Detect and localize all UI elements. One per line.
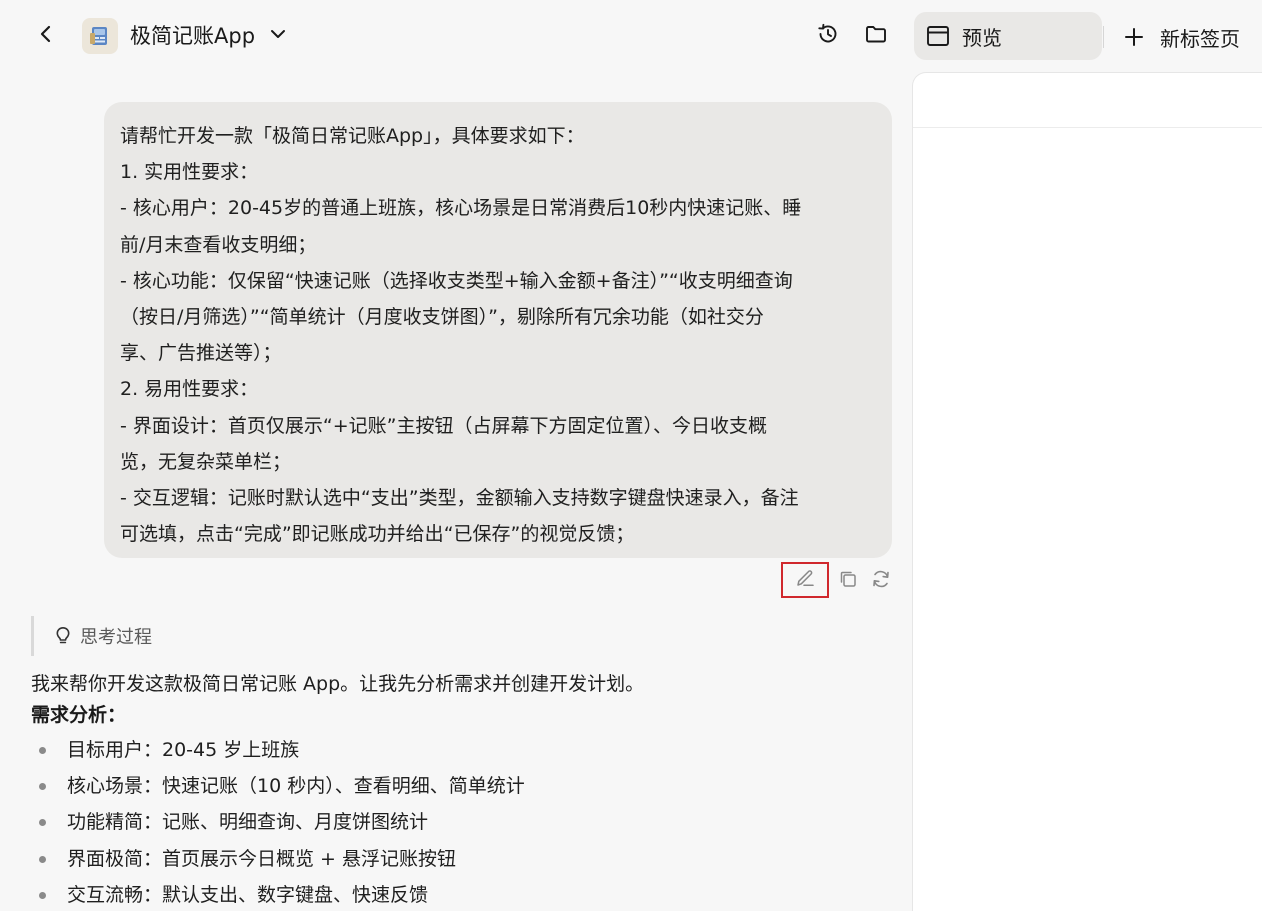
bullet-dot [39, 783, 46, 791]
list-item-text: 交互流畅：默认支出、数字键盘、快速反馈 [67, 883, 429, 906]
message-line: - 核心用户：20-45岁的普通上班族，核心场景是日常消费后10秒内快速记账、睡 [120, 197, 802, 220]
title-dropdown-button[interactable] [264, 22, 292, 50]
preview-pane [912, 72, 1262, 911]
message-line: 2. 易用性要求： [120, 378, 259, 401]
list-item-text: 功能精简：记账、明细查询、月度饼图统计 [67, 811, 429, 834]
bullet-dot [39, 747, 46, 754]
list-item: 目标用户：20-45 岁上班族 [31, 732, 891, 768]
message-line: 览，无复杂菜单栏； [120, 450, 292, 473]
requirement-list: 目标用户：20-45 岁上班族 核心场景：快速记账（10 秒内）、查看明细、简单… [31, 732, 891, 911]
message-line: - 界面设计：首页仅展示“+记账”主按钮（占屏幕下方固定位置）、今日收支概 [120, 414, 768, 437]
folder-button[interactable] [860, 20, 892, 52]
regenerate-button[interactable] [864, 564, 898, 598]
chevron-down-icon [269, 25, 287, 47]
tab-bar: 预览 新标签页 [912, 0, 1262, 72]
list-item: 功能精简：记账、明细查询、月度饼图统计 [31, 804, 891, 840]
thinking-label: 思考过程 [80, 627, 152, 648]
copy-message-button[interactable] [831, 564, 865, 598]
message-line: - 核心功能：仅保留“快速记账（选择收支类型+输入金额+备注）”“收支明细查询 [120, 269, 793, 292]
tab-preview-label: 预览 [962, 25, 1002, 50]
edit-message-button[interactable] [781, 562, 829, 598]
message-line: 请帮忙开发一款「极简日常记账App」，具体要求如下： [120, 125, 585, 147]
tab-divider [1103, 26, 1104, 48]
message-line: 1. 实用性要求： [120, 161, 259, 184]
plus-icon [1122, 25, 1146, 49]
back-button[interactable] [30, 20, 62, 52]
edit-icon [794, 567, 816, 593]
chevron-left-icon [36, 24, 56, 48]
preview-pane-toolbar [913, 73, 1262, 128]
list-item: 核心场景：快速记账（10 秒内）、查看明细、简单统计 [31, 768, 891, 804]
message-line: 前/月末查看收支明细； [120, 233, 317, 256]
list-item: 界面极简：首页展示今日概览 + 悬浮记账按钮 [31, 841, 891, 877]
copy-icon [837, 568, 859, 594]
app-title: 极简记账App [130, 24, 256, 48]
list-item: 交互流畅：默认支出、数字键盘、快速反馈 [31, 877, 891, 911]
new-tab-label: 新标签页 [1160, 26, 1240, 51]
browser-window-icon [926, 24, 950, 48]
lightbulb-icon [54, 626, 72, 646]
user-message-bubble: 请帮忙开发一款「极简日常记账App」，具体要求如下： 1. 实用性要求： - 核… [104, 102, 892, 558]
bullet-dot [39, 891, 46, 899]
refresh-icon [870, 568, 892, 594]
bullet-dot [39, 855, 46, 863]
history-button[interactable] [812, 20, 844, 52]
bullet-dot [39, 819, 46, 827]
assistant-intro: 我来帮你开发这款极简日常记账 App。让我先分析需求并创建开发计划。 [31, 673, 645, 695]
thinking-process-toggle[interactable]: 思考过程 [31, 616, 152, 656]
message-line: - 交互逻辑：记账时默认选中“支出”类型，金额输入支持数字键盘快速录入，备注 [120, 487, 799, 510]
list-item-text: 目标用户：20-45 岁上班族 [67, 739, 300, 761]
assistant-message: 我来帮你开发这款极简日常记账 App。让我先分析需求并创建开发计划。 需求分析：… [31, 668, 891, 911]
app-icon [82, 18, 118, 54]
folder-icon [864, 22, 888, 50]
app-window: 极简记账App 预览 新标签页 请帮忙开发一款「极简日常记账App」，具体要求如… [0, 0, 1262, 911]
tab-preview[interactable]: 预览 [914, 12, 1102, 60]
message-line: 可选填，点击“完成”即记账成功并给出“已保存”的视觉反馈； [120, 523, 635, 546]
list-item-text: 界面极简：首页展示今日概览 + 悬浮记账按钮 [67, 847, 457, 870]
new-tab-button[interactable]: 新标签页 [1122, 20, 1240, 54]
history-icon [816, 22, 840, 50]
message-line: （按日/月筛选）”“简单统计（月度收支饼图）”，剔除所有冗余功能（如社交分 [120, 306, 764, 329]
list-item-text: 核心场景：快速记账（10 秒内）、查看明细、简单统计 [67, 775, 525, 798]
section-heading: 需求分析： [31, 704, 127, 726]
message-line: 享、广告推送等）； [120, 342, 282, 365]
chat-header: 极简记账App [0, 0, 912, 72]
